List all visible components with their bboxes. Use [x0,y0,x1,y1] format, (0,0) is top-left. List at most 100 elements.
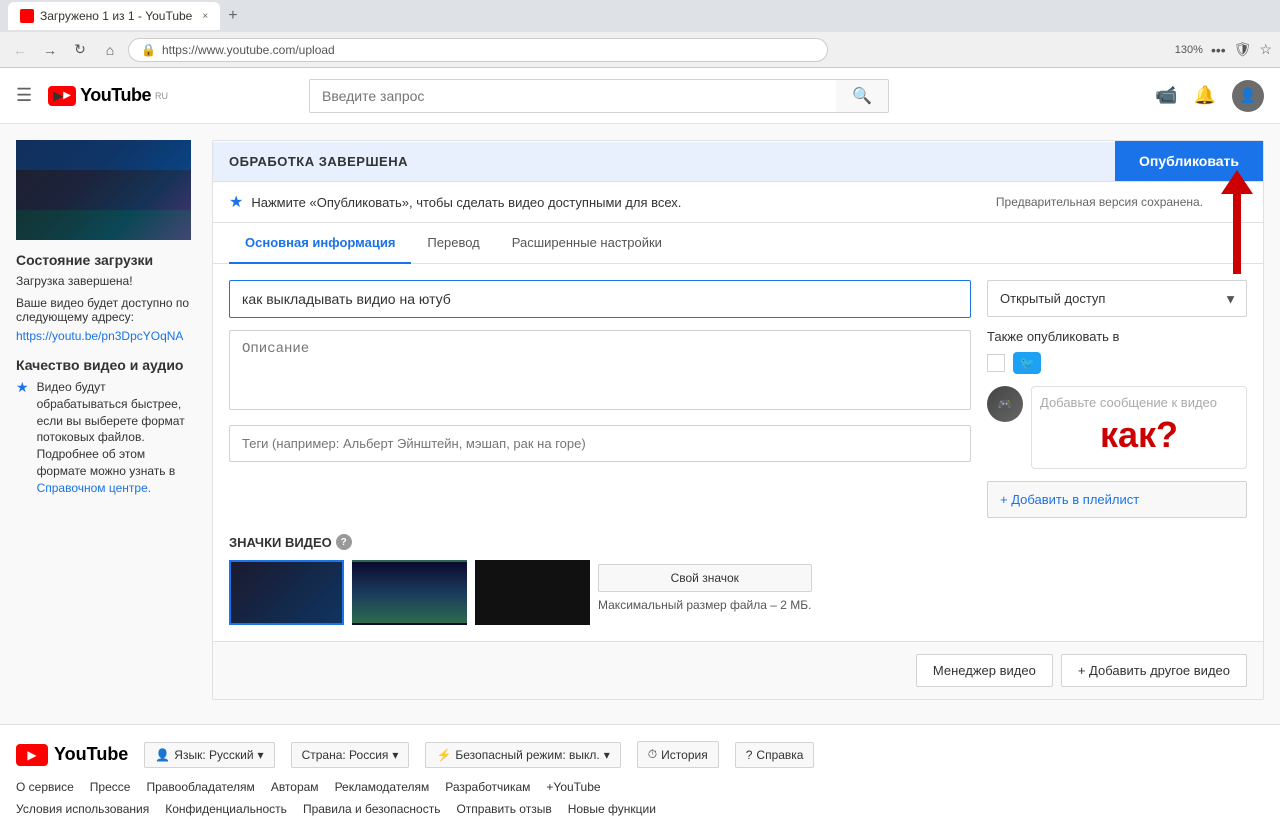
tab-title: Загружено 1 из 1 - YouTube [40,9,192,23]
custom-thumb-btn[interactable]: Свой значок [598,564,812,592]
tab-favicon [20,9,34,23]
person-icon: 👤 [155,748,170,762]
access-select[interactable]: Открытый доступ [987,280,1247,317]
twitter-btn[interactable]: 🐦 [1013,352,1041,374]
video-manager-btn[interactable]: Менеджер видео [916,654,1053,687]
help-center-link[interactable]: Справочном центре. [37,481,152,495]
search-btn[interactable]: 🔍 [836,79,889,113]
footer-link-developers[interactable]: Разработчикам [445,780,530,794]
upload-form: Открытый доступ ▼ Также опубликовать в 🐦… [213,264,1263,534]
add-playlist-btn[interactable]: + Добавить в плейлист [987,481,1247,518]
thumbnails-label: ЗНАЧКИ ВИДЕО ? [229,534,1247,550]
country-label: Страна: Россия [302,748,389,762]
star-icon[interactable]: ☆ [1259,41,1272,58]
footer-link-authors[interactable]: Авторам [271,780,319,794]
quality-text: Видео будут обрабатываться быстрее, если… [37,379,196,497]
hamburger-menu-btn[interactable]: ☰ [16,85,32,106]
browser-tab[interactable]: Загружено 1 из 1 - YouTube × [8,2,220,30]
footer-link-new-features[interactable]: Новые функции [568,802,656,816]
footer-link-about[interactable]: О сервисе [16,780,74,794]
nav-back-btn[interactable]: ← [8,38,32,62]
thumb-bot [16,210,191,240]
language-label: Язык: Русский [174,748,253,762]
upload-available-text: Ваше видео будет доступно по следующему … [16,296,196,324]
thumbnail-option-2[interactable] [352,560,467,625]
country-chevron-icon: ▾ [392,748,398,762]
bell-icon[interactable]: 🔔 [1194,85,1216,106]
video-thumbnail [16,140,191,240]
history-label: История [661,748,708,762]
thumbnail-inner [16,140,191,240]
footer-link-plus[interactable]: +YouTube [546,780,600,794]
upload-link: https://youtu.be/pn3DpcYOqNA [16,328,196,343]
twitter-input-area[interactable]: Добавьте сообщение к видео как? [1031,386,1247,469]
help-btn[interactable]: ? Справка [735,742,815,768]
bottom-actions: Менеджер видео + Добавить другое видео [213,641,1263,699]
thumbnails-help-icon[interactable]: ? [336,534,352,550]
more-btn[interactable]: ••• [1211,42,1226,58]
upload-status-section: Состояние загрузки Загрузка завершена! В… [16,252,196,343]
footer-link-terms[interactable]: Условия использования [16,802,149,816]
safe-mode-label: Безопасный режим: выкл. [455,748,599,762]
thumbnail-option-3[interactable] [475,560,590,625]
footer-link-copyright[interactable]: Правообладателям [146,780,254,794]
draft-saved-text: Предварительная версия сохранена. [996,195,1203,209]
footer-link-privacy[interactable]: Конфиденциальность [165,802,287,816]
quality-star-icon: ★ [16,379,29,396]
search-input[interactable] [309,79,836,113]
new-tab-btn[interactable]: + [228,7,237,25]
video-link[interactable]: https://youtu.be/pn3DpcYOqNA [16,329,183,343]
main-content: Состояние загрузки Загрузка завершена! В… [0,124,1280,716]
arrow-shaft [1233,194,1241,274]
nav-forward-btn[interactable]: → [38,38,62,62]
footer-link-feedback[interactable]: Отправить отзыв [456,802,551,816]
footer-link-policy[interactable]: Правила и безопасность [303,802,441,816]
nav-refresh-btn[interactable]: ↻ [68,38,92,62]
tab-advanced[interactable]: Расширенные настройки [496,223,678,264]
add-another-video-btn[interactable]: + Добавить другое видео [1061,654,1247,687]
footer-link-press[interactable]: Прессе [90,780,131,794]
thumbnails-section: ЗНАЧКИ ВИДЕО ? Свой значок Максимальный … [213,534,1263,641]
title-input[interactable] [229,280,971,318]
history-btn[interactable]: ⏱ История [637,741,719,768]
footer-link-advertisers[interactable]: Рекламодателям [335,780,430,794]
arrow-annotation [1221,172,1253,274]
footer-links-1: О сервисе Прессе Правообладателям Автора… [16,780,1264,794]
upload-panel-header: ОБРАБОТКА ЗАВЕРШЕНА Опубликовать [213,141,1263,182]
upload-complete-text: Загрузка завершена! [16,274,196,288]
safe-mode-icon: ⚡ [436,748,451,762]
thumbnails-grid: Свой значок Максимальный размер файла – … [229,560,1247,625]
form-right: Открытый доступ ▼ Также опубликовать в 🐦… [987,280,1247,518]
info-banner: ★ Нажмите «Опубликовать», чтобы сделать … [213,182,1263,223]
max-file-size-text: Максимальный размер файла – 2 МБ. [598,598,812,612]
safe-mode-btn[interactable]: ⚡ Безопасный режим: выкл. ▾ [425,742,620,768]
safe-mode-chevron-icon: ▾ [604,748,610,762]
description-input[interactable] [229,330,971,410]
footer-logo-text: YouTube [54,744,128,765]
upload-tabs: Основная информация Перевод Расширенные … [213,223,1263,264]
also-publish-label: Также опубликовать в [987,329,1247,344]
address-bar[interactable]: 🔒 https://www.youtube.com/upload [128,38,828,62]
footer-logo-row: ▶ YouTube 👤 Язык: Русский ▾ Страна: Росс… [16,741,1264,768]
twitter-avatar: 🎮 [987,386,1023,422]
nav-home-btn[interactable]: ⌂ [98,38,122,62]
thumbnail-option-1[interactable] [229,560,344,625]
country-btn[interactable]: Страна: Россия ▾ [291,742,410,768]
tab-close-btn[interactable]: × [202,11,208,22]
quality-section: Качество видео и аудио ★ Видео будут обр… [16,357,196,497]
help-icon: ? [746,748,753,762]
footer-links-2: Условия использования Конфиденциальность… [16,802,1264,816]
thumbnail-overlay [16,140,191,240]
twitter-big-text: как? [1040,410,1238,460]
tab-translation[interactable]: Перевод [411,223,495,264]
youtube-logo-link[interactable]: ▶ YouTubeRU [48,85,168,106]
twitter-checkbox[interactable] [987,354,1005,372]
footer-logo: ▶ YouTube [16,744,128,766]
tab-basic-info[interactable]: Основная информация [229,223,411,264]
thumb-mid [16,170,191,210]
upload-icon[interactable]: 📹 [1155,85,1177,106]
language-btn[interactable]: 👤 Язык: Русский ▾ [144,742,274,768]
custom-thumb-section: Свой значок Максимальный размер файла – … [598,560,812,612]
tags-input[interactable] [229,425,971,462]
user-avatar[interactable]: 👤 [1232,80,1264,112]
